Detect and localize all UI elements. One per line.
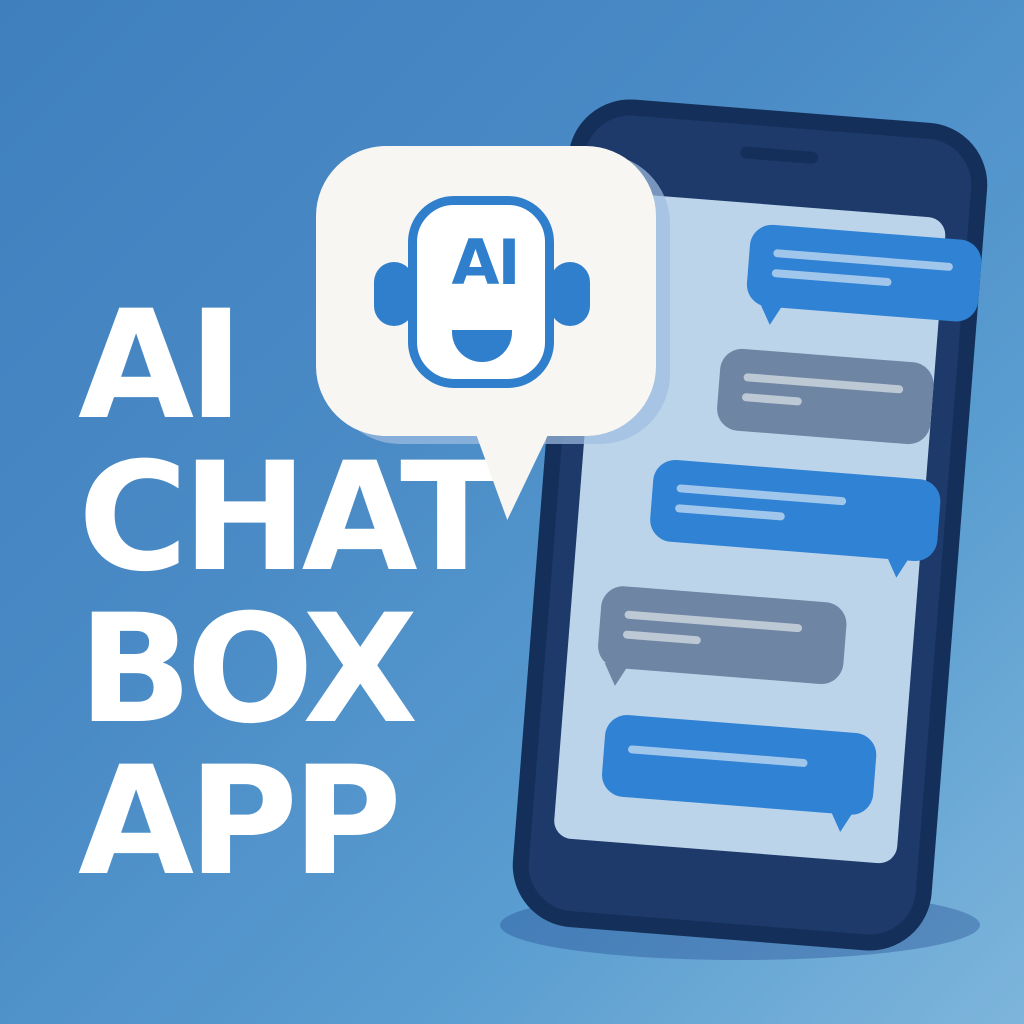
ai-badge-text: AI	[451, 226, 520, 299]
chat-message-user	[596, 584, 849, 687]
headline-line-box: BOX	[78, 583, 418, 757]
phone-speaker	[739, 146, 819, 165]
headline-line-chat: CHAT	[78, 431, 502, 605]
chat-message-ai	[745, 223, 983, 326]
headline-line-app: APP	[78, 735, 402, 909]
headset-right-ear-icon	[550, 262, 590, 326]
chat-message-ai	[600, 713, 878, 833]
chat-message-ai	[648, 458, 943, 579]
chat-message-user	[715, 347, 936, 446]
